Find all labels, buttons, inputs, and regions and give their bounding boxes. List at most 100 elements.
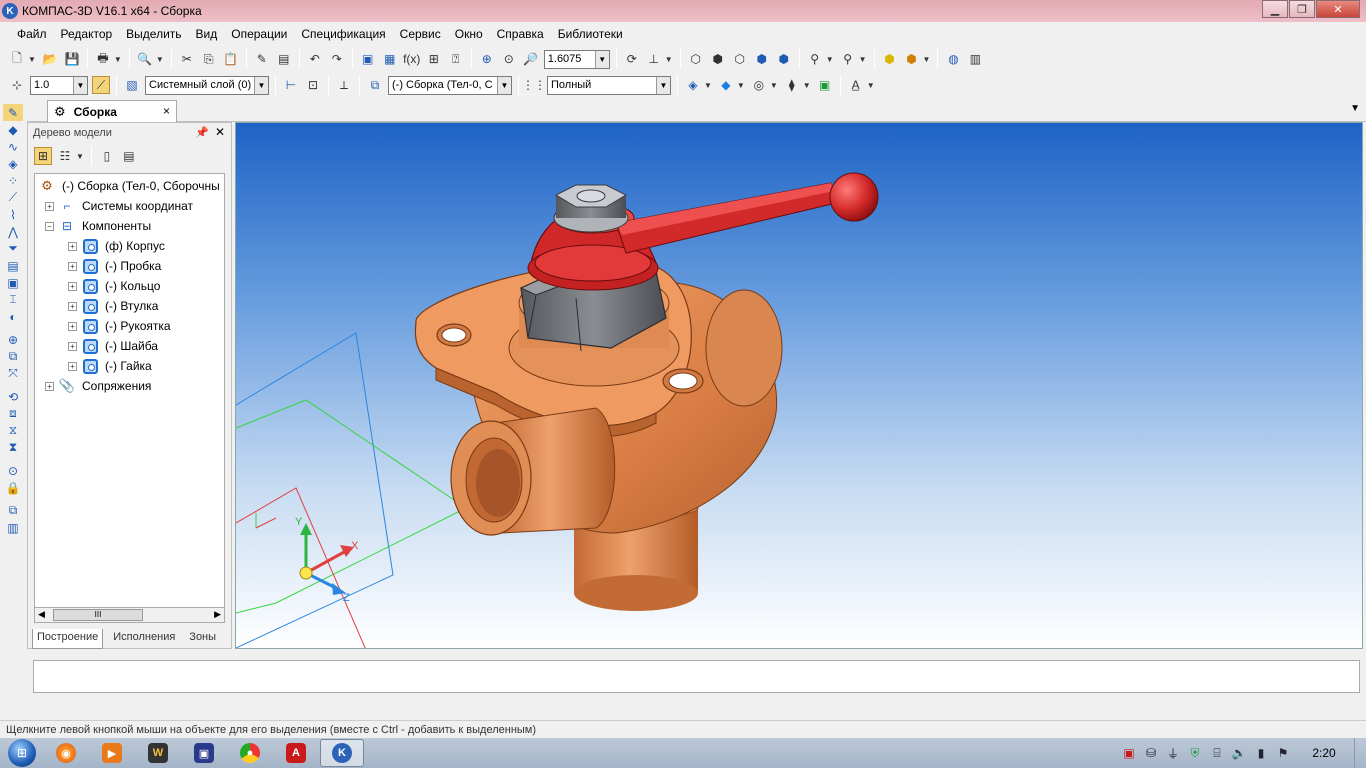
- zoom-scale-combo[interactable]: 1.6075 ▼: [543, 49, 610, 69]
- menu-editor[interactable]: Редактор: [54, 27, 120, 41]
- security-shield-icon[interactable]: ⛨: [1184, 746, 1206, 761]
- media-player-taskbar-button[interactable]: ▶: [90, 739, 134, 767]
- filter-icon[interactable]: ⚲: [806, 50, 824, 68]
- layer-icon[interactable]: ▧: [123, 76, 141, 94]
- expand-icon[interactable]: +: [68, 261, 77, 271]
- expand-icon[interactable]: +: [68, 241, 77, 251]
- reports-icon[interactable]: ▣: [3, 274, 23, 291]
- expand-icon[interactable]: +: [68, 361, 77, 371]
- scroll-left-icon[interactable]: ◀: [38, 609, 45, 620]
- expand-icon[interactable]: +: [68, 301, 77, 311]
- tree-display-icon[interactable]: ☷: [56, 147, 74, 165]
- collision-icon[interactable]: ⧗: [3, 439, 23, 456]
- close-tab-icon[interactable]: ×: [163, 104, 170, 118]
- action-center-flag-icon[interactable]: ⚑: [1272, 746, 1294, 760]
- orientation-cs-icon[interactable]: ⊡: [304, 76, 322, 94]
- plane-select-icon[interactable]: ◆: [717, 76, 735, 94]
- copy-component-icon[interactable]: ⧈: [3, 405, 23, 422]
- zoom-icon[interactable]: 🔎: [522, 50, 540, 68]
- menu-specification[interactable]: Спецификация: [294, 27, 392, 41]
- elements-icon[interactable]: ◐: [3, 308, 23, 325]
- orientation-dropdown-icon[interactable]: ▼: [665, 55, 673, 64]
- kompas-taskbar-button[interactable]: K: [320, 739, 364, 767]
- tree-item-mates[interactable]: + 📎 Сопряжения: [45, 376, 151, 396]
- copy-properties-icon[interactable]: ✎: [253, 50, 271, 68]
- plane-dropdown-icon[interactable]: ▼: [737, 81, 745, 90]
- tree-item-component[interactable]: + (-) Втулка: [68, 296, 158, 316]
- print-icon[interactable]: 🖶: [94, 50, 112, 68]
- step-combo[interactable]: 1.0 ▼: [30, 75, 88, 95]
- filter-dropdown-icon[interactable]: ▼: [826, 55, 834, 64]
- lock-icon[interactable]: 🔒: [3, 479, 23, 496]
- diagnostics-icon[interactable]: ◎: [750, 76, 768, 94]
- show-desktop-button[interactable]: [1354, 738, 1366, 768]
- hidden-lines-icon[interactable]: ⬢: [709, 50, 727, 68]
- place-component-icon[interactable]: ⧉: [3, 348, 23, 365]
- close-panel-icon[interactable]: ✕: [215, 125, 225, 139]
- menu-window[interactable]: Окно: [448, 27, 490, 41]
- clock[interactable]: 2:20: [1294, 746, 1354, 760]
- menu-service[interactable]: Сервис: [393, 27, 448, 41]
- close-button[interactable]: ✕: [1316, 0, 1360, 18]
- tree-props-icon[interactable]: ▯: [98, 147, 116, 165]
- text-dropdown-icon[interactable]: ▼: [867, 81, 875, 90]
- menu-help[interactable]: Справка: [490, 27, 551, 41]
- solid-ops-icon[interactable]: ◆: [3, 121, 23, 138]
- pdf-taskbar-button[interactable]: A: [274, 739, 318, 767]
- help-pointer-icon[interactable]: ⍰: [447, 50, 465, 68]
- tab-zones[interactable]: Зоны: [185, 629, 220, 649]
- auxiliary-geometry-icon[interactable]: ⟋: [3, 189, 23, 206]
- tree-structure-icon[interactable]: ⊞: [34, 147, 52, 165]
- move-component-icon[interactable]: ⤧: [3, 365, 23, 382]
- globe-icon[interactable]: ◍: [944, 50, 962, 68]
- winamp-taskbar-button[interactable]: W: [136, 739, 180, 767]
- tree-item-component[interactable]: + (-) Рукоятка: [68, 316, 171, 336]
- macro-icon[interactable]: ⧉: [3, 502, 23, 519]
- save-app-taskbar-button[interactable]: ▣: [182, 739, 226, 767]
- usb-tray-icon[interactable]: ⏚: [1162, 745, 1184, 762]
- print-dropdown-icon[interactable]: ▼: [114, 55, 122, 64]
- green-cube-icon[interactable]: ▣: [816, 76, 834, 94]
- wireframe-icon[interactable]: ⬡: [687, 50, 705, 68]
- library-manager-icon[interactable]: ▦: [381, 50, 399, 68]
- tree-hscrollbar[interactable]: ◀ III ▶: [34, 607, 225, 623]
- mirror-icon[interactable]: ⧖: [3, 422, 23, 439]
- snap-icon[interactable]: ⟋: [92, 76, 110, 94]
- expand-icon[interactable]: +: [68, 281, 77, 291]
- new-document-icon[interactable]: 🗋: [8, 50, 26, 68]
- signal-icon[interactable]: ▮: [1250, 746, 1272, 760]
- chevron-down-icon[interactable]: ▼: [497, 76, 511, 94]
- preview-dropdown-icon[interactable]: ▼: [156, 55, 164, 64]
- handle[interactable]: [615, 172, 879, 254]
- redo-icon[interactable]: ↷: [328, 50, 346, 68]
- tab-construction[interactable]: Построение: [32, 629, 104, 649]
- kompas-logo-icon[interactable]: K: [2, 3, 18, 19]
- assembly-combo[interactable]: (-) Сборка (Тел-0, С ▼: [388, 75, 512, 95]
- hidden-thin-icon[interactable]: ⬡: [731, 50, 749, 68]
- cut-icon[interactable]: ✂: [178, 50, 196, 68]
- menu-operations[interactable]: Операции: [224, 27, 294, 41]
- dimensions-icon[interactable]: ⌶: [3, 291, 23, 308]
- assembly-icon[interactable]: ⧉: [366, 76, 384, 94]
- appearance-dropdown-icon[interactable]: ▼: [704, 81, 712, 90]
- surfaces-icon[interactable]: ◈: [3, 155, 23, 172]
- removable-device-icon[interactable]: ⌸: [1206, 746, 1228, 761]
- zoom-window-icon[interactable]: ⊕: [478, 50, 496, 68]
- orientation-icon[interactable]: ⊥: [645, 50, 663, 68]
- library-icon[interactable]: ▥: [3, 519, 23, 536]
- edit-assembly-icon[interactable]: ✎: [3, 104, 23, 121]
- expand-icon[interactable]: +: [45, 201, 54, 211]
- tabs-dropdown-icon[interactable]: ▼: [1350, 103, 1360, 114]
- scroll-thumb[interactable]: III: [53, 609, 143, 621]
- top-bolt[interactable]: [553, 184, 629, 233]
- halftone-icon[interactable]: ⬢: [753, 50, 771, 68]
- variables-fx-icon[interactable]: f(x): [403, 50, 421, 68]
- paste-icon[interactable]: 📋: [222, 50, 240, 68]
- zoom-all-icon[interactable]: ⊙: [500, 50, 518, 68]
- new-dropdown-icon[interactable]: ▼: [28, 55, 36, 64]
- chevron-down-icon[interactable]: ▼: [73, 76, 87, 94]
- halftone-edges-icon[interactable]: ⬢: [775, 50, 793, 68]
- step-cursor-icon[interactable]: ⊹: [8, 76, 26, 94]
- menu-libraries[interactable]: Библиотеки: [551, 27, 630, 41]
- arrays-icon[interactable]: ⁘: [3, 172, 23, 189]
